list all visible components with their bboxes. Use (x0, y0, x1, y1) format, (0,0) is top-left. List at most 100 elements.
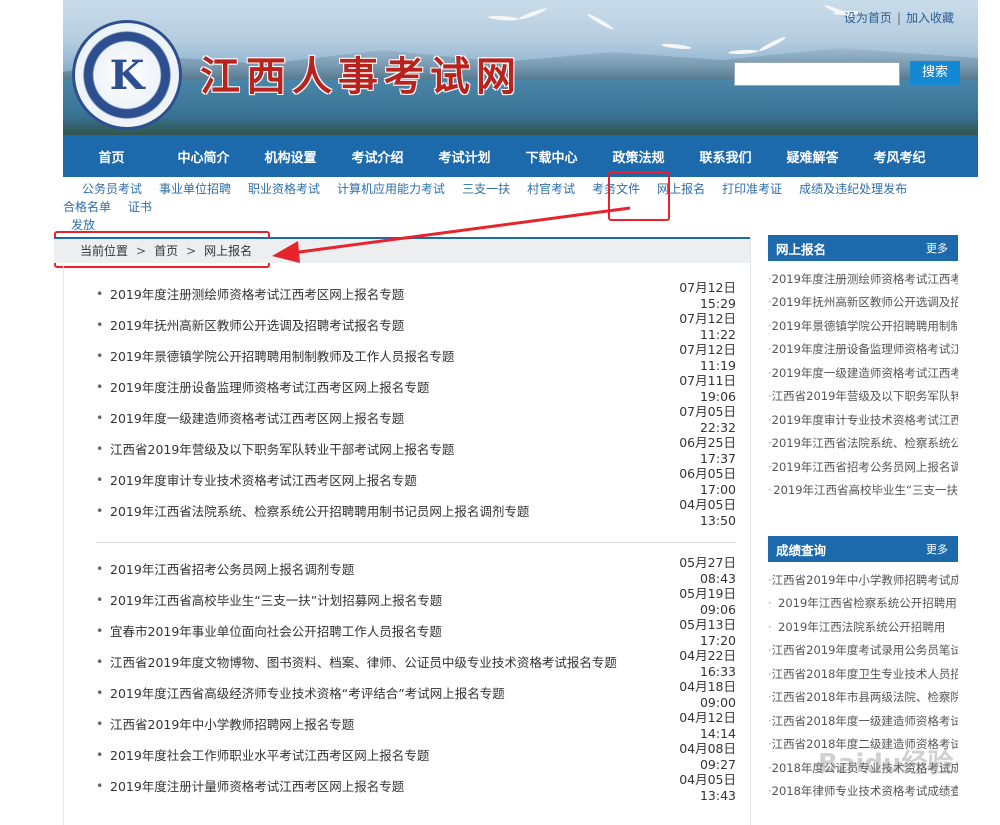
content-right-border (750, 237, 751, 825)
sidebar-list-item[interactable]: · 2019年抚州高新区教师公开选调及招 (768, 291, 958, 315)
sidebar-item-label[interactable]: 江西省2018年市县两级法院、检察院 (772, 689, 958, 705)
sidebar-list-item[interactable]: · 2019年景德镇学院公开招聘聘用制制 (768, 314, 958, 338)
list-item-title[interactable]: 2019年度注册设备监理师资格考试江西考区网上报名专题 (110, 377, 644, 396)
list-item[interactable]: • 2019年度一级建造师资格考试江西考区网上报名专题 07月05日22:32 (96, 402, 736, 435)
nav-home[interactable]: 首页 (63, 147, 160, 166)
list-item[interactable]: • 2019年抚州高新区教师公开选调及招聘考试报名专题 07月12日11:22 (96, 309, 736, 342)
list-item-date: 04月05日13:50 (679, 496, 736, 528)
subnav-print-admission[interactable]: 打印准考证 (722, 180, 782, 198)
sidebar-item-label[interactable]: 2019年江西省招考公务员网上报名调 (772, 459, 958, 475)
sidebar-item-label[interactable]: 江西省2019年度考试录用公务员笔试 (772, 642, 958, 658)
sidebar-item-label[interactable]: 2019年度注册设备监理师资格考试江 (772, 341, 958, 357)
sidebar-list-item[interactable]: · 2019年江西省检察系统公开招聘用 (768, 592, 958, 616)
list-item-title[interactable]: 2019年度注册计量师资格考试江西考区网上报名专题 (110, 776, 644, 795)
list-item[interactable]: • 2019年景德镇学院公开招聘聘用制制教师及工作人员报名专题 07月12日11:1… (96, 340, 736, 373)
sidebar-item-label[interactable]: 2019年江西省法院系统、检察系统公 (772, 435, 958, 451)
nav-download[interactable]: 下载中心 (508, 147, 595, 166)
list-item-title[interactable]: 2019年江西省法院系统、检察系统公开招聘聘用制书记员网上报名调剂专题 (110, 501, 644, 520)
list-item-date: 07月11日19:06 (679, 372, 736, 404)
list-item-date: 07月05日22:32 (679, 403, 736, 435)
nav-policy[interactable]: 政策法规 (595, 147, 682, 166)
list-item[interactable]: • 2019年江西省招考公务员网上报名调剂专题 05月27日08:43 (96, 553, 736, 586)
list-item-title[interactable]: 江西省2019年度文物博物、图书资料、档案、律师、公证员中级专业技术资格考试报名… (110, 652, 644, 671)
sidebar-item-label[interactable]: 2019年度审计专业技术资格考试江西 (772, 412, 958, 428)
list-item-title[interactable]: 2019年度社会工作师职业水平考试江西考区网上报名专题 (110, 745, 644, 764)
sidebar-item-label[interactable]: 2019年江西省高校毕业生“三支一扶 (773, 482, 958, 498)
subnav-certificate[interactable]: 证书 (128, 198, 152, 216)
sidebar-list-item[interactable]: · 江西省2019年度考试录用公务员笔试 (768, 639, 958, 663)
more-link[interactable]: 更多 (926, 541, 948, 557)
sidebar-list-item[interactable]: · 2019年江西法院系统公开招聘用 (768, 615, 958, 639)
sidebar-list-item[interactable]: · 江西省2019年营级及以下职务军队转 (768, 385, 958, 409)
sidebar-item-label[interactable]: 2019年江西省检察系统公开招聘用 (778, 595, 957, 611)
list-item-title[interactable]: 2019年江西省高校毕业生“三支一扶”计划招募网上报名专题 (110, 590, 644, 609)
nav-faq[interactable]: 疑难解答 (769, 147, 856, 166)
sidebar-list: · 2019年度注册测绘师资格考试江西考 · 2019年抚州高新区教师公开选调及招 · 2… (768, 261, 958, 502)
list-item-date: 06月25日17:37 (679, 434, 736, 466)
nav-contact[interactable]: 联系我们 (682, 147, 769, 166)
list-item[interactable]: • 江西省2019年度文物博物、图书资料、档案、律师、公证员中级专业技术资格考试报… (96, 646, 736, 679)
sidebar-item-label[interactable]: 2019年度一级建造师资格考试江西考 (772, 365, 958, 381)
sidebar-item-label[interactable]: 江西省2018年度卫生专业技术人员招 (772, 666, 958, 682)
list-item[interactable]: • 2019年江西省法院系统、检察系统公开招聘聘用制书记员网上报名调剂专题 04月0… (96, 495, 736, 528)
sidebar-item-label[interactable]: 2019年景德镇学院公开招聘聘用制制 (772, 318, 958, 334)
breadcrumb-home[interactable]: 首页 (154, 244, 178, 258)
search-input[interactable] (734, 62, 900, 86)
list-item-title[interactable]: 江西省2019年中小学教师招聘网上报名专题 (110, 714, 644, 733)
list-item[interactable]: • 宜春市2019年事业单位面向社会公开招聘工作人员报名专题 05月13日17:20 (96, 615, 736, 648)
list-item[interactable]: • 2019年度审计专业技术资格考试江西考区网上报名专题 06月05日17:00 (96, 464, 736, 497)
sidebar-list-item[interactable]: · 江西省2019年中小学教师招聘考试成 (768, 568, 958, 592)
sidebar-item-label[interactable]: 2019年江西法院系统公开招聘用 (778, 619, 945, 635)
add-favorite-link[interactable]: 加入收藏 (906, 11, 954, 25)
list-item[interactable]: • 2019年度社会工作师职业水平考试江西考区网上报名专题 04月08日09:27 (96, 739, 736, 772)
list-item-title[interactable]: 2019年度一级建造师资格考试江西考区网上报名专题 (110, 408, 644, 427)
list-item[interactable]: • 2019年度注册测绘师资格考试江西考区网上报名专题 07月12日15:29 (96, 278, 736, 311)
list-item-date: 07月12日11:19 (679, 341, 736, 373)
sidebar-list-item[interactable]: · 2019年度审计专业技术资格考试江西 (768, 408, 958, 432)
sidebar-item-label[interactable]: 2019年抚州高新区教师公开选调及招 (772, 294, 958, 310)
nav-exam-plan[interactable]: 考试计划 (421, 147, 508, 166)
content-left-border (63, 265, 64, 825)
sidebar-item-label[interactable]: 江西省2019年中小学教师招聘考试成 (772, 572, 958, 588)
nav-organization[interactable]: 机构设置 (247, 147, 334, 166)
list-item-title[interactable]: 2019年度江西省高级经济师专业技术资格“考评结合”考试网上报名专题 (110, 683, 644, 702)
site-logo-seal[interactable]: K (72, 20, 182, 130)
list-item[interactable]: • 2019年度注册设备监理师资格考试江西考区网上报名专题 07月11日19:06 (96, 371, 736, 404)
nav-about[interactable]: 中心简介 (160, 147, 247, 166)
list-item-title[interactable]: 江西省2019年营级及以下职务军队转业干部考试网上报名专题 (110, 439, 644, 458)
sidebar-item-label[interactable]: 江西省2019年营级及以下职务军队转 (772, 388, 958, 404)
bullet-icon: • (96, 348, 104, 363)
list-item[interactable]: • 江西省2019年营级及以下职务军队转业干部考试网上报名专题 06月25日17:3… (96, 433, 736, 466)
search-button[interactable]: 搜索 (910, 61, 960, 85)
sidebar-list-item[interactable]: · 2019年度注册测绘师资格考试江西考 (768, 267, 958, 291)
list-item[interactable]: • 江西省2019年中小学教师招聘网上报名专题 04月12日14:14 (96, 708, 736, 741)
list-item-title[interactable]: 2019年景德镇学院公开招聘聘用制制教师及工作人员报名专题 (110, 346, 644, 365)
list-item[interactable]: • 2019年度江西省高级经济师专业技术资格“考评结合”考试网上报名专题 04月18… (96, 677, 736, 710)
list-item-title[interactable]: 2019年抚州高新区教师公开选调及招聘考试报名专题 (110, 315, 644, 334)
sidebar-list-item[interactable]: · 江西省2018年度卫生专业技术人员招 (768, 662, 958, 686)
list-item-title[interactable]: 2019年度审计专业技术资格考试江西考区网上报名专题 (110, 470, 644, 489)
subnav-civil-servant[interactable]: 公务员考试 (82, 180, 142, 198)
list-item-title[interactable]: 2019年江西省招考公务员网上报名调剂专题 (110, 559, 644, 578)
subnav-qualified-list[interactable]: 合格名单 (63, 198, 111, 216)
list-item[interactable]: • 2019年江西省高校毕业生“三支一扶”计划招募网上报名专题 05月19日09:0… (96, 584, 736, 617)
sidebar-list-item[interactable]: · 2019年江西省招考公务员网上报名调 (768, 455, 958, 479)
subnav-results-release[interactable]: 成绩及违纪处理发布 (799, 180, 907, 198)
subnav-public-institution[interactable]: 事业单位招聘 (159, 180, 231, 198)
list-item-title[interactable]: 宜春市2019年事业单位面向社会公开招聘工作人员报名专题 (110, 621, 644, 640)
sidebar-list-item[interactable]: · 2019年江西省法院系统、检察系统公 (768, 432, 958, 456)
list-item-date: 05月19日09:06 (679, 585, 736, 617)
sidebar-list-item[interactable]: · 2019年度注册设备监理师资格考试江 (768, 338, 958, 362)
sidebar-list-item[interactable]: · 2019年度一级建造师资格考试江西考 (768, 361, 958, 385)
sidebar-item-label[interactable]: 2019年度注册测绘师资格考试江西考 (772, 271, 958, 287)
sidebar-list-item[interactable]: · 江西省2018年市县两级法院、检察院 (768, 686, 958, 710)
sidebar-list-item[interactable]: · 2019年江西省高校毕业生“三支一扶 (768, 479, 958, 503)
list-item-title[interactable]: 2019年度注册测绘师资格考试江西考区网上报名专题 (110, 284, 644, 303)
list-item[interactable]: • 2019年度注册计量师资格考试江西考区网上报名专题 04月05日13:43 (96, 770, 736, 803)
annotation-arrow-icon (272, 206, 631, 263)
set-homepage-link[interactable]: 设为首页 (844, 11, 892, 25)
more-link[interactable]: 更多 (926, 240, 948, 256)
list-item-date: 04月12日14:14 (679, 709, 736, 741)
nav-discipline[interactable]: 考风考纪 (856, 147, 943, 166)
nav-exam-intro[interactable]: 考试介绍 (334, 147, 421, 166)
